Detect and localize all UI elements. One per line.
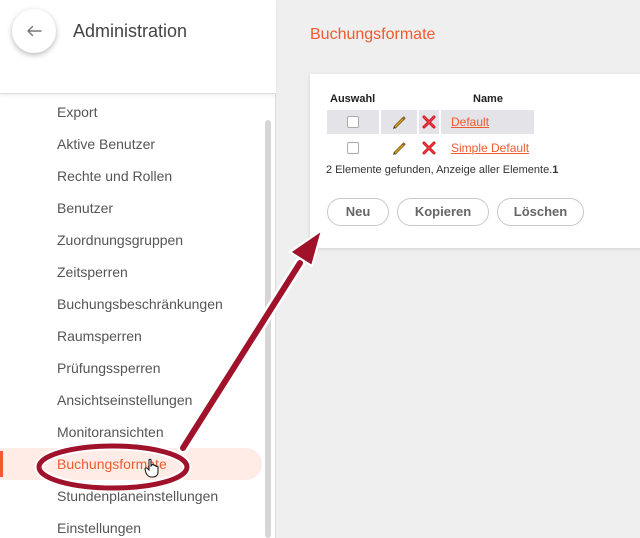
sidebar-item-pruefungssperren[interactable]: Prüfungssperren <box>0 352 262 384</box>
sidebar-title: Administration <box>73 21 188 41</box>
column-header-select: Auswahl <box>330 93 376 105</box>
sidebar-item-buchungsbeschraenkungen[interactable]: Buchungsbeschränkungen <box>0 288 262 320</box>
sidebar: Administration Export Aktive Benutzer Re… <box>0 0 276 538</box>
new-button[interactable]: Neu <box>327 198 389 226</box>
table-row: Simple Default <box>327 136 534 160</box>
page-title: Buchungsformate <box>310 26 436 43</box>
formats-card: Auswahl Name Default Simple Default 2 El… <box>310 74 640 248</box>
edit-cell <box>381 136 417 160</box>
sidebar-nav: Export Aktive Benutzer Rechte und Rollen… <box>0 96 262 538</box>
table-row: Default <box>327 110 534 134</box>
sidebar-item-label: Buchungsformate <box>57 456 167 472</box>
delete-cell <box>419 110 439 134</box>
sidebar-item-monitoransichten[interactable]: Monitoransichten <box>0 416 262 448</box>
page-number[interactable]: 1 <box>552 164 558 176</box>
sidebar-item-einstellungen[interactable]: Einstellungen <box>0 512 262 538</box>
back-button[interactable] <box>12 9 56 53</box>
sidebar-header: Administration <box>0 0 276 94</box>
sidebar-scrollbar[interactable] <box>265 120 271 538</box>
delete-button[interactable]: Löschen <box>497 198 584 226</box>
delete-x-icon[interactable] <box>420 139 438 157</box>
sidebar-item-zuordnungsgruppen[interactable]: Zuordnungsgruppen <box>0 224 262 256</box>
select-cell <box>327 136 379 160</box>
sidebar-item-ansichtseinstellungen[interactable]: Ansichtseinstellungen <box>0 384 262 416</box>
format-name-link[interactable]: Default <box>451 115 489 129</box>
delete-x-icon[interactable] <box>420 113 438 131</box>
pencil-icon[interactable] <box>390 139 408 157</box>
sidebar-item-buchungsformate[interactable]: Buchungsformate <box>0 448 262 480</box>
active-indicator <box>0 451 3 477</box>
sidebar-item-raumsperren[interactable]: Raumsperren <box>0 320 262 352</box>
name-cell: Default <box>441 110 534 134</box>
result-summary: 2 Elemente gefunden, Anzeige aller Eleme… <box>326 164 558 176</box>
sidebar-item-rechte-und-rollen[interactable]: Rechte und Rollen <box>0 160 262 192</box>
sidebar-item-benutzer[interactable]: Benutzer <box>0 192 262 224</box>
row-checkbox[interactable] <box>347 116 359 128</box>
sidebar-item-stundenplaneinstellungen[interactable]: Stundenplaneinstellungen <box>0 480 262 512</box>
column-header-name: Name <box>473 93 503 105</box>
select-cell <box>327 110 379 134</box>
arrow-left-icon <box>27 25 42 37</box>
delete-cell <box>419 136 439 160</box>
sidebar-item-zeitsperren[interactable]: Zeitsperren <box>0 256 262 288</box>
edit-cell <box>381 110 417 134</box>
pencil-icon[interactable] <box>390 113 408 131</box>
copy-button[interactable]: Kopieren <box>397 198 489 226</box>
name-cell: Simple Default <box>441 136 534 160</box>
sidebar-item-export[interactable]: Export <box>0 96 262 128</box>
row-checkbox[interactable] <box>347 142 359 154</box>
format-name-link[interactable]: Simple Default <box>451 141 529 155</box>
summary-text: 2 Elemente gefunden, Anzeige aller Eleme… <box>326 164 553 176</box>
sidebar-item-aktive-benutzer[interactable]: Aktive Benutzer <box>0 128 262 160</box>
